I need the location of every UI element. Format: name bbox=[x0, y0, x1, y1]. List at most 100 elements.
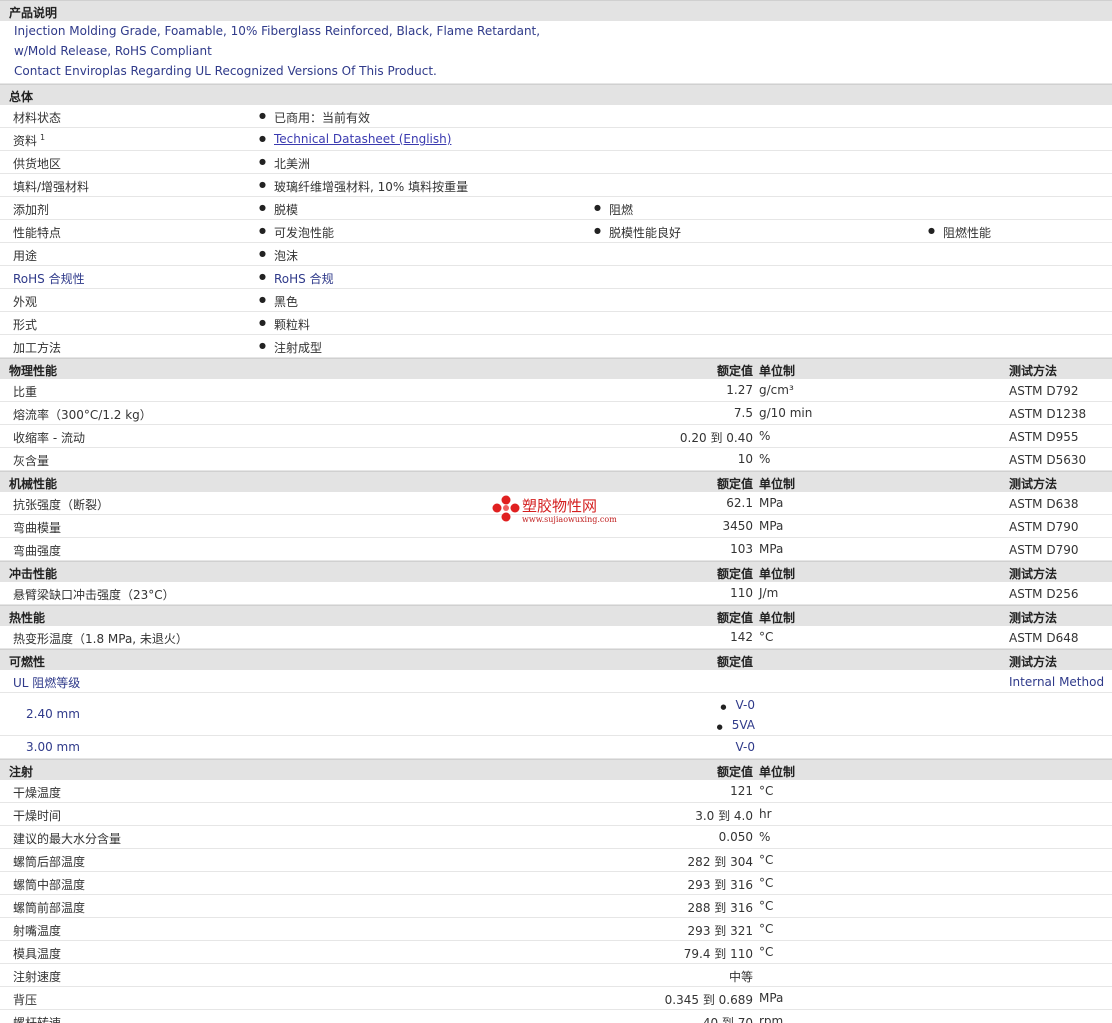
value: 121 bbox=[730, 784, 753, 798]
column-method: 测试方法 bbox=[1009, 655, 1058, 669]
row-material-status: 材料状态 已商用：当前有效 bbox=[0, 105, 1112, 128]
column-value: 额定值 bbox=[716, 765, 753, 779]
property-row: 收缩率 - 流动 0.20 到 0.40% ASTM D955 bbox=[0, 425, 1112, 448]
property-row: 螺筒中部温度 293 到 316 °C bbox=[0, 872, 1112, 895]
value: 北美洲 bbox=[259, 155, 310, 172]
value: 黑色 bbox=[259, 293, 298, 310]
method: Internal Method bbox=[1009, 675, 1105, 689]
row-appearance: 外观 黑色 bbox=[0, 289, 1112, 312]
product-description: Injection Molding Grade, Foamable, 10% F… bbox=[0, 21, 1112, 84]
method: ASTM D5630 bbox=[1009, 453, 1087, 467]
unit: MPa bbox=[759, 519, 784, 533]
unit: % bbox=[759, 452, 771, 466]
label: 2.40 mm bbox=[26, 707, 80, 721]
label: 干燥温度 bbox=[13, 786, 62, 800]
property-row: 灰含量 10% ASTM D5630 bbox=[0, 448, 1112, 471]
label: 添加剂 bbox=[13, 203, 50, 217]
value: 10 bbox=[737, 452, 753, 466]
method: ASTM D638 bbox=[1009, 497, 1079, 511]
row-form: 形式 颗粒料 bbox=[0, 312, 1112, 335]
unit: hr bbox=[759, 807, 772, 821]
label: 资料 1 bbox=[13, 133, 46, 148]
label: 建议的最大水分含量 bbox=[13, 832, 122, 846]
description-line: w/Mold Release, RoHS Compliant bbox=[14, 44, 212, 58]
value: 293 到 316 bbox=[687, 878, 753, 892]
row-region: 供货地区 北美洲 bbox=[0, 151, 1112, 174]
label: 用途 bbox=[13, 249, 38, 263]
label: 螺杆转速 bbox=[13, 1016, 62, 1023]
footnote-marker: 1 bbox=[40, 133, 46, 142]
column-unit: 单位制 bbox=[759, 611, 796, 625]
value: 3450 bbox=[722, 519, 753, 533]
label: 形式 bbox=[13, 318, 38, 332]
value: 泡沫 bbox=[259, 247, 298, 264]
unit: J/m bbox=[759, 586, 779, 600]
label: 螺筒中部温度 bbox=[13, 878, 86, 892]
value: 可发泡性能 bbox=[259, 224, 334, 241]
section-header-general: 总体 bbox=[0, 84, 1112, 105]
column-unit: 单位制 bbox=[759, 765, 796, 779]
row-additive: 添加剂 脱模 阻燃 bbox=[0, 197, 1112, 220]
section-header-thermal: 热性能 额定值 单位制 测试方法 bbox=[0, 605, 1112, 626]
technical-datasheet-link[interactable]: Technical Datasheet (English) bbox=[274, 132, 451, 146]
method: ASTM D792 bbox=[1009, 384, 1079, 398]
description-line: Injection Molding Grade, Foamable, 10% F… bbox=[14, 24, 541, 38]
method: ASTM D648 bbox=[1009, 631, 1079, 645]
value: 中等 bbox=[728, 970, 753, 984]
value: 293 到 321 bbox=[687, 924, 753, 938]
column-value: 额定值 bbox=[716, 655, 753, 669]
value: 3.0 到 4.0 bbox=[695, 809, 753, 823]
unit: MPa bbox=[759, 991, 784, 1005]
label: 材料状态 bbox=[13, 111, 62, 125]
column-value: 额定值 bbox=[716, 567, 753, 581]
unit: % bbox=[759, 830, 771, 844]
property-row: 背压 0.345 到 0.689 MPa bbox=[0, 987, 1112, 1010]
section-header-physical: 物理性能 额定值 单位制 测试方法 bbox=[0, 358, 1112, 379]
label: 抗张强度（断裂） bbox=[13, 498, 110, 512]
column-unit: 单位制 bbox=[759, 477, 796, 491]
property-row: 射嘴温度 293 到 321 °C bbox=[0, 918, 1112, 941]
method: ASTM D790 bbox=[1009, 543, 1079, 557]
unit: °C bbox=[759, 945, 774, 959]
section-header-mechanical: 机械性能 额定值 单位制 测试方法 bbox=[0, 471, 1112, 492]
label: 外观 bbox=[13, 295, 38, 309]
datasheet-link-item: Technical Datasheet (English) bbox=[259, 132, 451, 146]
label: 供货地区 bbox=[13, 157, 62, 171]
label: 背压 bbox=[13, 993, 38, 1007]
label: 熔流率（300°C/1.2 kg） bbox=[13, 408, 152, 422]
column-value: 额定值 bbox=[716, 611, 753, 625]
section-header-flammability: 可燃性 额定值 测试方法 bbox=[0, 649, 1112, 670]
label: 填料/增强材料 bbox=[13, 180, 90, 194]
row-rohs: RoHS 合规性 RoHS 合规 bbox=[0, 266, 1112, 289]
column-unit: 单位制 bbox=[759, 364, 796, 378]
label: 3.00 mm bbox=[26, 740, 80, 754]
method: ASTM D790 bbox=[1009, 520, 1079, 534]
property-row: 弯曲强度 103 MPa ASTM D790 bbox=[0, 538, 1112, 561]
value: 0.20 到 0.40 bbox=[679, 431, 753, 445]
unit: MPa bbox=[759, 542, 784, 556]
label: 热变形温度（1.8 MPa, 未退火） bbox=[13, 632, 188, 646]
property-row: UL 阻燃等级 Internal Method bbox=[0, 670, 1112, 693]
value: 注射成型 bbox=[259, 339, 322, 356]
unit: °C bbox=[759, 630, 774, 644]
value: ● 5VA bbox=[716, 718, 755, 732]
section-header-injection: 注射 额定值 单位制 bbox=[0, 759, 1112, 780]
unit: °C bbox=[759, 876, 774, 890]
unit: g/10 min bbox=[759, 406, 813, 420]
label: 弯曲模量 bbox=[13, 521, 62, 535]
value: 颗粒料 bbox=[259, 316, 310, 333]
section-header-impact: 冲击性能 额定值 单位制 测试方法 bbox=[0, 561, 1112, 582]
column-method: 测试方法 bbox=[1009, 364, 1058, 378]
description-line: Contact Enviroplas Regarding UL Recogniz… bbox=[14, 64, 437, 78]
value: 62.1 bbox=[726, 496, 753, 510]
label: 螺筒后部温度 bbox=[13, 855, 86, 869]
row-features: 性能特点 可发泡性能 脱模性能良好 阻燃性能 bbox=[0, 220, 1112, 243]
label: 螺筒前部温度 bbox=[13, 901, 86, 915]
label: 弯曲强度 bbox=[13, 544, 62, 558]
label: 收缩率 - 流动 bbox=[13, 431, 85, 445]
label: 比重 bbox=[13, 385, 38, 399]
unit: g/cm³ bbox=[759, 383, 794, 397]
watermark-logo-icon bbox=[492, 495, 520, 522]
value: 脱模性能良好 bbox=[594, 224, 681, 241]
unit: °C bbox=[759, 853, 774, 867]
